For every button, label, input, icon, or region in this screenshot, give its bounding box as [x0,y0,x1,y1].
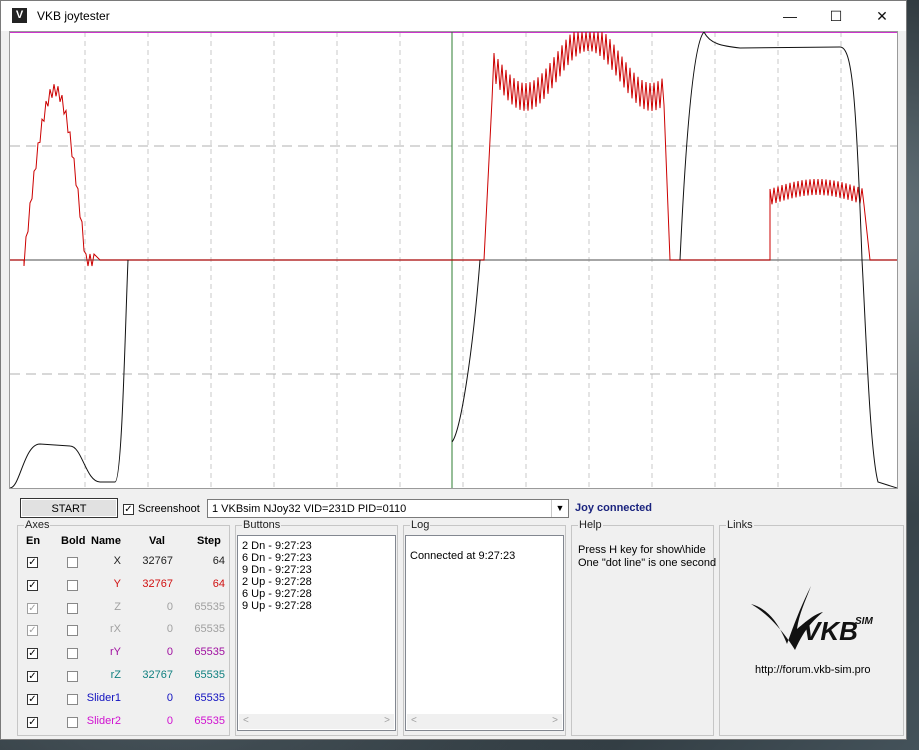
scroll-right-icon[interactable]: > [552,715,558,726]
axis-name: Slider1 [86,692,121,704]
axis-value: 0 [166,601,173,613]
axis-value: 0 [166,692,173,704]
col-header-val: Val [149,535,165,547]
axis-enable-checkbox[interactable]: ✓ [27,694,38,705]
button-event-item[interactable]: 2 Dn - 9:27:23 [242,540,312,552]
axis-name: Slider2 [86,715,121,727]
axis-enable-checkbox[interactable]: ✓ [27,580,38,591]
log-group-title: Log [410,519,431,531]
axis-step: 65535 [194,601,225,613]
logo-sup-text: SIM [855,616,873,627]
forum-link[interactable]: http://forum.vkb-sim.pro [755,664,871,676]
col-header-step: Step [197,535,221,547]
axis-step: 64 [212,555,225,567]
axis-value: 0 [166,715,173,727]
button-event-item[interactable]: 9 Up - 9:27:28 [242,600,312,612]
col-header-bold: Bold [61,535,86,547]
axis-name: rY [110,646,121,658]
chevron-down-icon[interactable]: ▼ [551,500,568,517]
scroll-left-icon[interactable]: < [411,715,417,726]
button-event-item[interactable]: 2 Up - 9:27:28 [242,576,312,588]
axis-trace-plot [9,31,898,489]
buttons-group-title: Buttons [242,519,282,531]
close-button[interactable]: ✕ [859,1,905,31]
axis-value: 32767 [142,555,173,567]
axis-step: 65535 [194,623,225,635]
axis-enable-checkbox[interactable]: ✓ [27,557,38,568]
window-title: VKB joytester [37,9,110,23]
axis-value: 0 [166,623,173,635]
title-bar[interactable]: V VKB joytester — ☐ ✕ [1,1,906,31]
axis-step: 65535 [194,715,225,727]
vkb-logo-icon: V [12,8,27,23]
col-header-en: En [26,535,41,547]
axes-group-title: Axes [24,519,51,531]
app-window: V VKB joytester — ☐ ✕ START ✓ Screenshoo… [0,0,907,740]
vkbsim-logo-image: VKB SIM [751,586,873,650]
help-group-title: Help [578,519,603,531]
screenshot-label: Screenshoot [138,503,200,515]
axis-name: Y [113,578,121,590]
links-group-title: Links [726,519,754,531]
scroll-right-icon[interactable]: > [384,715,390,726]
scroll-left-icon[interactable]: < [243,715,249,726]
device-select-value: 1 VKBsim NJoy32 VID=231D PID=0110 [212,503,407,515]
axis-value: 0 [166,646,173,658]
buttons-event-list[interactable]: 2 Dn - 9:27:23 6 Dn - 9:27:23 9 Dn - 9:27:… [237,535,396,731]
axis-step: 65535 [194,646,225,658]
minimize-button[interactable]: — [767,1,813,31]
axis-enable-checkbox[interactable]: ✓ [27,648,38,659]
button-event-item[interactable]: 6 Up - 9:27:28 [242,588,312,600]
axis-enable-checkbox[interactable]: ✓ [27,625,38,636]
axis-value: 32767 [142,669,173,681]
axis-name: rZ [110,669,121,681]
buttons-list-scrollbar[interactable]: < > [239,714,394,729]
log-list[interactable]: Connected at 9:27:23 < > [405,535,564,731]
axis-value: 32767 [142,578,173,590]
help-line: Press H key for show\hide [578,544,706,556]
axis-name: rX [110,623,121,635]
log-list-scrollbar[interactable]: < > [407,714,562,729]
axis-step: 65535 [194,692,225,704]
screenshot-checkbox[interactable]: ✓ [123,504,134,515]
connection-status: Joy connected [575,502,653,514]
axis-step: 64 [212,578,225,590]
axis-name: X [113,555,121,567]
vkbsim-logo[interactable]: VKB SIM [749,584,879,654]
y-axis-trace [10,32,897,267]
log-item[interactable]: Connected at 9:27:23 [410,550,515,562]
col-header-name: Name [91,535,121,547]
axis-name: Z [114,601,121,613]
axis-enable-checkbox[interactable]: ✓ [27,671,38,682]
button-event-item[interactable]: 6 Dn - 9:27:23 [242,552,312,564]
help-line: One "dot line" is one second [578,557,717,569]
axis-step: 65535 [194,669,225,681]
device-select[interactable]: 1 VKBsim NJoy32 VID=231D PID=0110 ▼ [207,499,569,518]
axis-enable-checkbox[interactable]: ✓ [27,717,38,728]
axis-enable-checkbox[interactable]: ✓ [27,603,38,614]
maximize-button[interactable]: ☐ [813,1,859,31]
button-event-item[interactable]: 9 Dn - 9:27:23 [242,564,312,576]
start-button[interactable]: START [20,498,118,518]
trace-canvas [10,32,897,488]
logo-text: VKB [803,616,858,646]
